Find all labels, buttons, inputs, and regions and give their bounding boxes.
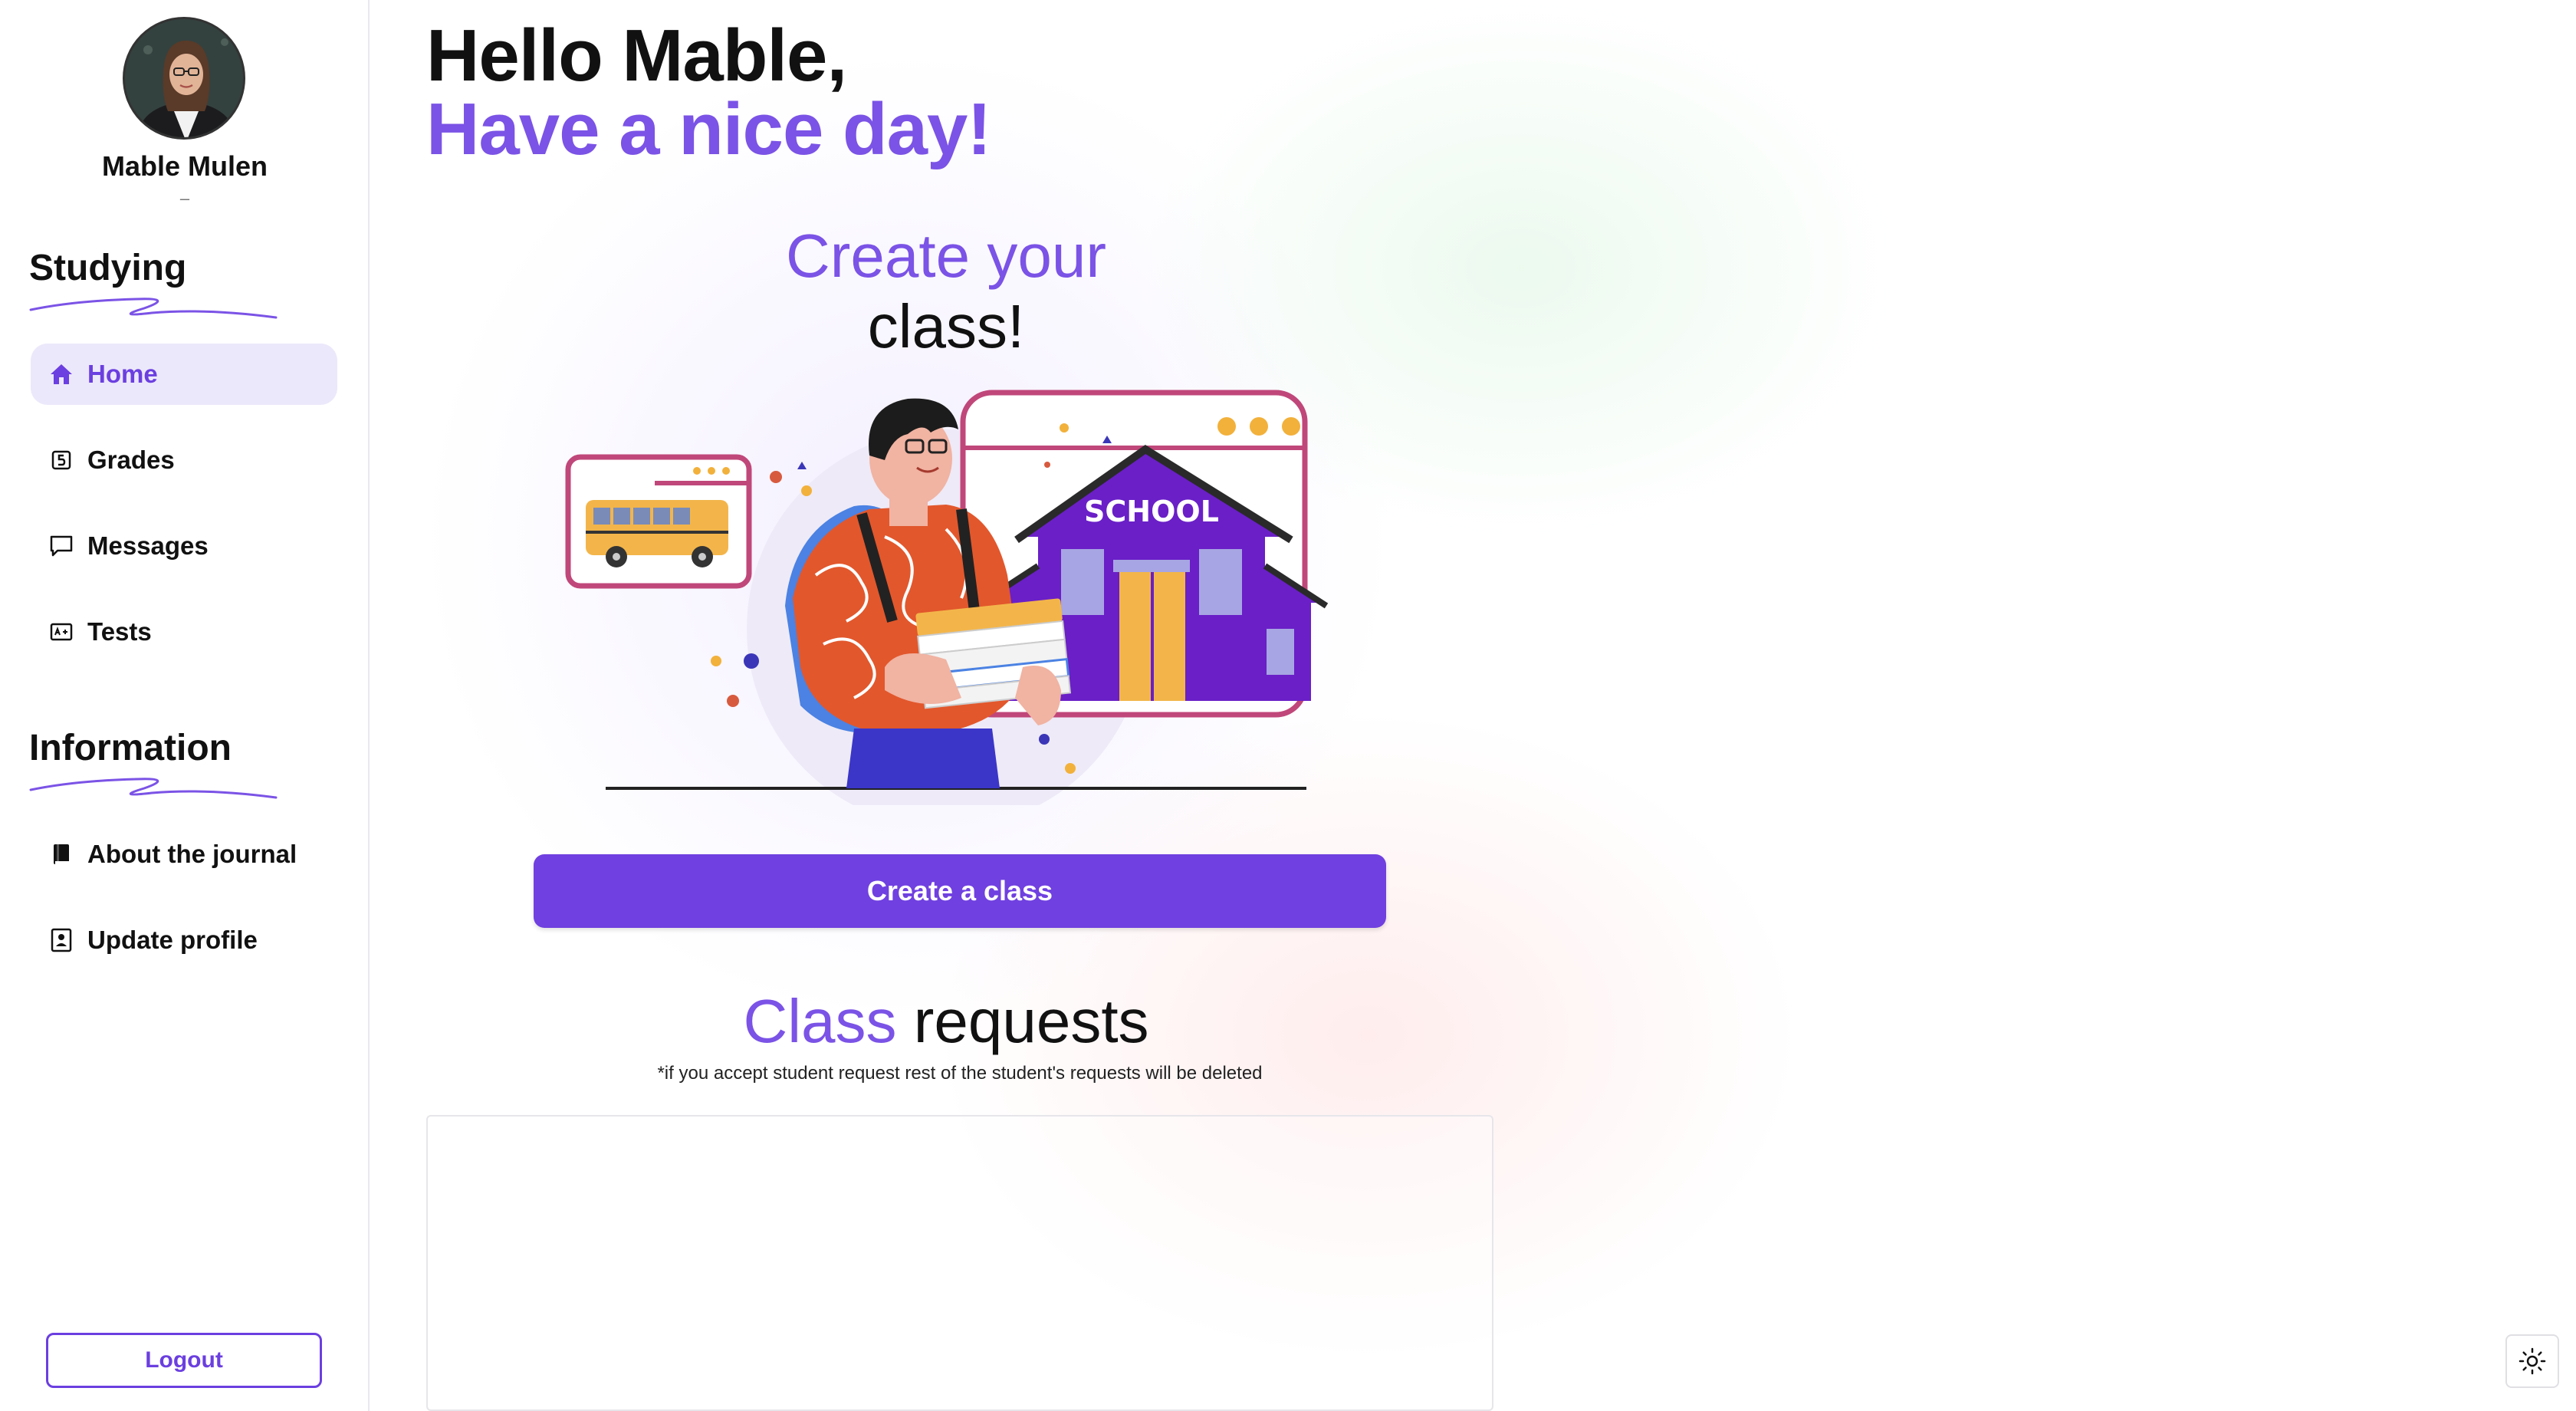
bus-window-illustration <box>565 454 752 589</box>
sidebar-item-label: About the journal <box>87 840 297 868</box>
requests-title-accent: Class <box>743 987 897 1055</box>
book-icon <box>48 840 75 868</box>
logout-button[interactable]: Logout <box>46 1333 322 1388</box>
sidebar-item-tests[interactable]: Tests <box>31 601 337 663</box>
section-title-studying: Studying <box>29 248 187 288</box>
main-content: Hello Mable, Have a nice day! Create you… <box>371 0 2576 1411</box>
information-underline-decoration <box>29 778 278 799</box>
sidebar-item-label: Tests <box>87 617 152 646</box>
sidebar-item-grades[interactable]: Grades <box>31 429 337 491</box>
message-icon <box>48 532 75 560</box>
school-illustration: SCHOOL <box>565 390 1329 805</box>
sidebar-item-about-journal[interactable]: About the journal <box>31 824 337 885</box>
requests-note: *if you accept student request rest of t… <box>657 1063 1263 1084</box>
greeting-line2: Have a nice day! <box>426 88 991 170</box>
profile-icon <box>48 926 75 954</box>
theme-toggle-button[interactable] <box>2505 1334 2559 1388</box>
sidebar-item-update-profile[interactable]: Update profile <box>31 909 337 971</box>
studying-underline-decoration <box>29 298 278 319</box>
app-root: Mable Mulen – Studying Home Grades Messa… <box>0 0 2576 1411</box>
illustration-sign: SCHOOL <box>1084 495 1219 528</box>
avatar[interactable] <box>123 17 245 140</box>
sidebar-item-label: Update profile <box>87 926 258 954</box>
sun-icon <box>2518 1347 2546 1375</box>
grade-icon <box>48 446 75 474</box>
create-class-title: Create your class! <box>731 221 1161 362</box>
requests-title-rest: requests <box>913 987 1149 1055</box>
sidebar: Mable Mulen – Studying Home Grades Messa… <box>0 0 370 1411</box>
class-requests-list <box>426 1115 1493 1411</box>
sidebar-item-home[interactable]: Home <box>31 344 337 405</box>
test-icon <box>48 618 75 646</box>
create-class-button[interactable]: Create a class <box>534 854 1386 928</box>
sidebar-item-label: Home <box>87 360 158 388</box>
user-name: Mable Mulen <box>101 150 268 182</box>
class-requests-title: Class requests <box>731 986 1161 1057</box>
greeting-line1: Hello Mable, <box>426 15 847 97</box>
home-icon <box>48 360 75 388</box>
sidebar-item-messages[interactable]: Messages <box>31 515 337 577</box>
create-title-accent: Create your <box>786 222 1106 290</box>
section-title-information: Information <box>29 728 232 768</box>
avatar-photo <box>125 19 243 137</box>
sidebar-item-label: Grades <box>87 446 175 474</box>
create-title-rest: class! <box>867 292 1025 360</box>
sidebar-item-label: Messages <box>87 531 209 560</box>
user-subtitle: – <box>179 189 190 208</box>
